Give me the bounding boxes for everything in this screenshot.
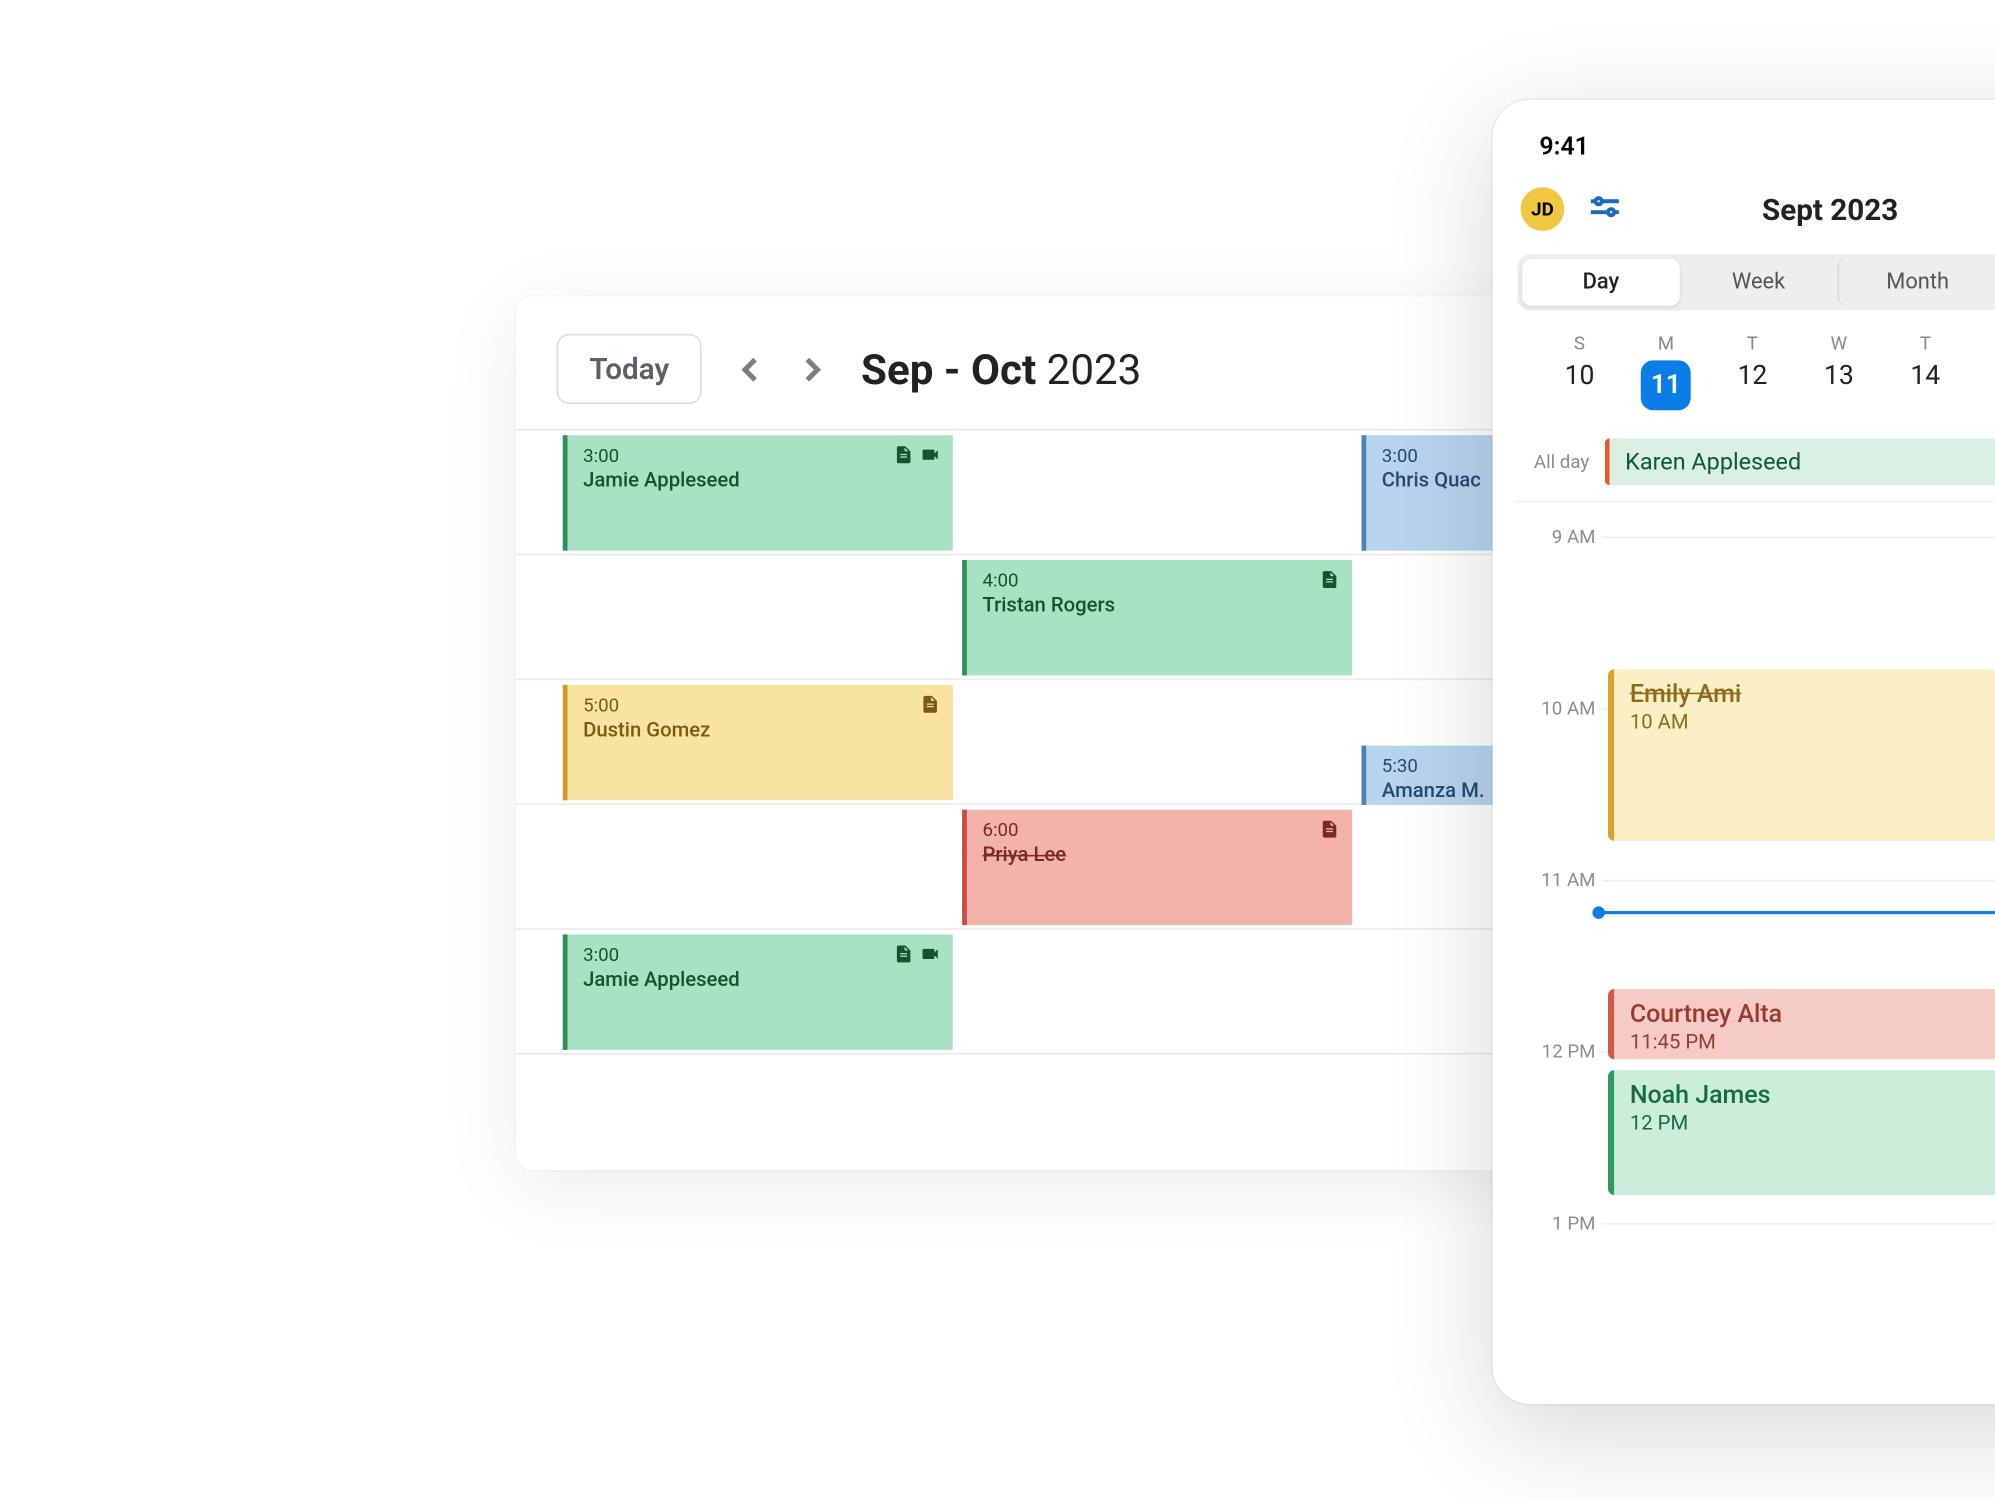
prev-chevron-icon[interactable] [730,349,771,390]
date-12[interactable]: 12 [1709,360,1795,410]
today-button[interactable]: Today [556,334,701,404]
hour-label: 11 AM [1514,869,1595,891]
day-event[interactable]: Emily Ami10 AM [1608,669,1995,841]
segment-month[interactable]: Month [1837,259,1995,306]
allday-label: All day [1520,451,1589,473]
view-segmented-control[interactable]: DayWeekMonthSchedule [1517,254,1995,310]
month-title: Sept 2023 [1761,191,1897,227]
hour-label: 12 PM [1514,1041,1595,1063]
day-timeline[interactable]: 9 AM 10 AM 11 AM 12 PM 1 PM Emily Ami10 AM Cou… [1514,505,1995,1316]
hour-label: 9 AM [1514,526,1595,548]
calendar-event[interactable]: 6:00Priya Lee [962,810,1352,925]
date-14[interactable]: 14 [1882,360,1968,410]
mobile-calendar: 9:41 JD Sept 2023 Today + DayWeekMonthSc… [1492,100,1995,1404]
segment-week[interactable]: Week [1679,259,1837,306]
hour-label: 10 AM [1514,697,1595,719]
date-13[interactable]: 13 [1795,360,1881,410]
date-15[interactable]: 15 [1968,360,1995,410]
segment-day[interactable]: Day [1522,259,1680,306]
day-event[interactable]: Noah James12 PM [1608,1070,1995,1195]
hour-label: 1 PM [1514,1212,1595,1234]
date-10[interactable]: 10 [1536,360,1622,410]
calendar-event[interactable]: 5:00Dustin Gomez [562,685,952,800]
status-time: 9:41 [1539,131,1589,161]
filter-icon[interactable] [1586,190,1623,227]
current-time-indicator [1598,911,1995,914]
avatar[interactable]: JD [1520,187,1564,231]
date-11[interactable]: 11 [1622,360,1708,410]
calendar-event[interactable]: 3:00Jamie Appleseed [562,934,952,1049]
weekday-row: SMTWTFS [1514,332,1995,354]
status-bar: 9:41 [1514,128,1995,173]
next-chevron-icon[interactable] [792,349,833,390]
allday-event[interactable]: Karen Appleseed [1604,438,1995,485]
calendar-event[interactable]: 4:00Tristan Rogers [962,560,1352,675]
date-range-title: Sep - Oct 2023 [861,344,1141,394]
calendar-event[interactable]: 3:00Jamie Appleseed [562,435,952,550]
day-event[interactable]: Courtney Alta11:45 PM [1608,989,1995,1059]
date-row[interactable]: 10111213141516 [1514,354,1995,432]
